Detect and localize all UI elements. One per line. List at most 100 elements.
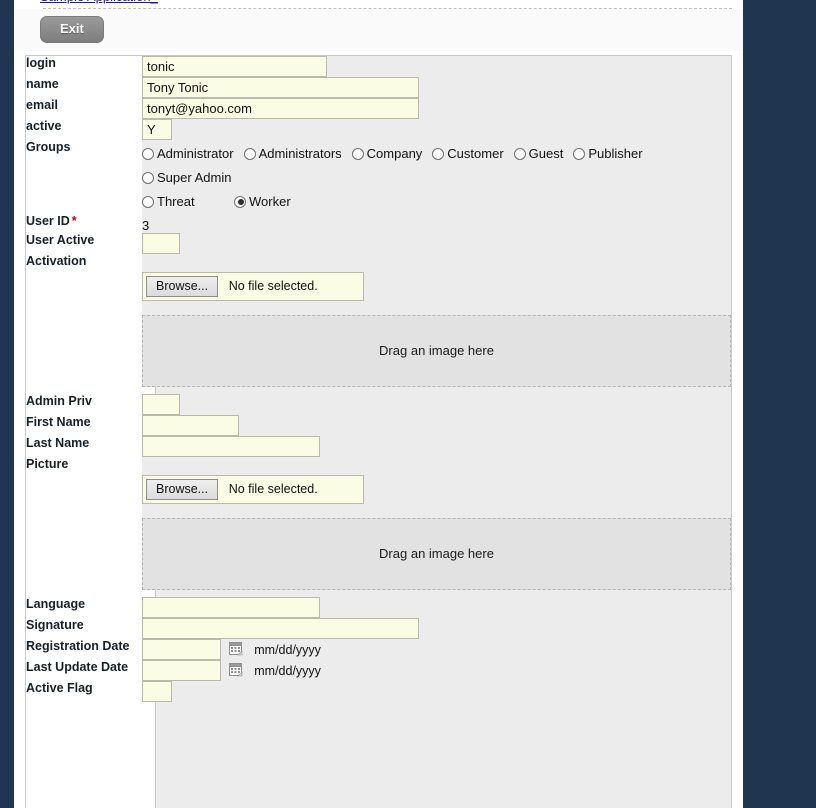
user-id-value: 3 bbox=[142, 217, 150, 233]
form-row-picture: Picture Browse... No file selected. Drag… bbox=[26, 456, 731, 590]
radio-icon[interactable] bbox=[243, 147, 256, 160]
group-radio-administrator[interactable]: Administrator bbox=[142, 142, 234, 166]
label-activation: Activation bbox=[26, 253, 142, 387]
user-form-panel: login name email bbox=[25, 54, 732, 808]
picture-browse-button[interactable]: Browse... bbox=[146, 478, 219, 500]
admin-priv-input[interactable] bbox=[142, 393, 180, 415]
label-last-name: Last Name bbox=[26, 435, 142, 457]
first-name-input[interactable] bbox=[142, 414, 239, 436]
label-active-flag: Active Flag bbox=[26, 680, 142, 702]
activation-dropzone-text: Drag an image here bbox=[379, 343, 494, 359]
form-row-registration-date: Registration Date mm/dd/yyyy bbox=[26, 638, 731, 660]
exit-button[interactable]: Exit bbox=[40, 16, 104, 43]
user-active-input[interactable] bbox=[142, 232, 180, 254]
active-flag-input[interactable] bbox=[142, 680, 172, 702]
form-row-user-active: User Active bbox=[26, 232, 731, 254]
label-user-id-text: User ID bbox=[26, 213, 70, 228]
group-radio-label: Super Admin bbox=[157, 169, 232, 185]
picture-file-input[interactable]: Browse... No file selected. bbox=[142, 474, 364, 504]
label-registration-date: Registration Date bbox=[26, 638, 142, 660]
group-radio-super-admin[interactable]: Super Admin bbox=[142, 166, 231, 190]
label-picture: Picture bbox=[26, 456, 142, 590]
label-name: name bbox=[26, 76, 142, 98]
top-cut-link-strip: Sample Application_ bbox=[14, 0, 743, 8]
activation-dropzone[interactable]: Drag an image here bbox=[142, 314, 731, 387]
activation-file-input[interactable]: Browse... No file selected. bbox=[142, 271, 364, 301]
radio-icon[interactable] bbox=[432, 147, 445, 160]
breadcrumb-link[interactable]: Sample Application_ bbox=[40, 0, 158, 4]
form-row-login: login bbox=[26, 55, 731, 77]
group-radio-worker[interactable]: Worker bbox=[234, 190, 291, 214]
form-row-last-name: Last Name bbox=[26, 435, 731, 457]
radio-icon[interactable] bbox=[142, 147, 154, 160]
radio-icon[interactable] bbox=[513, 147, 526, 160]
group-radio-label: Worker bbox=[249, 193, 291, 209]
last-update-date-input[interactable] bbox=[142, 659, 221, 681]
registration-date-row: mm/dd/yyyy bbox=[142, 638, 321, 660]
picture-dropzone-text: Drag an image here bbox=[379, 546, 494, 562]
picture-file-row: Browse... No file selected. bbox=[142, 457, 731, 504]
groups-radio-group: Administrator Administrators Company Custom… bbox=[142, 140, 731, 214]
label-login: login bbox=[26, 55, 142, 77]
content-area: Sample Application_ Exit login bbox=[14, 0, 743, 808]
form-toolbar: Exit bbox=[14, 9, 743, 52]
radio-icon[interactable] bbox=[234, 195, 246, 208]
page-root: Sample Application_ Exit login bbox=[0, 0, 816, 808]
last-update-date-format-hint: mm/dd/yyyy bbox=[254, 663, 321, 678]
radio-icon[interactable] bbox=[351, 147, 364, 160]
spacer-after-activation bbox=[26, 387, 731, 394]
group-radio-label: Customer bbox=[447, 145, 504, 161]
form-row-activation: Activation Browse... No file selected. D… bbox=[26, 253, 731, 387]
registration-date-format-hint: mm/dd/yyyy bbox=[254, 642, 321, 657]
form-row-first-name: First Name bbox=[26, 414, 731, 436]
form-row-email: email bbox=[26, 97, 731, 119]
last-name-input[interactable] bbox=[142, 435, 320, 457]
last-update-date-row: mm/dd/yyyy bbox=[142, 659, 321, 681]
form-row-user-id: User ID * 3 bbox=[26, 213, 731, 233]
form-row-admin-priv: Admin Priv bbox=[26, 393, 731, 415]
radio-icon[interactable] bbox=[142, 171, 154, 184]
radio-icon[interactable] bbox=[142, 195, 154, 208]
group-radio-label: Guest bbox=[528, 145, 564, 161]
email-input[interactable] bbox=[142, 97, 419, 119]
activation-file-row: Browse... No file selected. bbox=[142, 254, 731, 301]
group-radio-publisher[interactable]: Publisher bbox=[573, 142, 643, 166]
form-row-language: Language bbox=[26, 596, 731, 618]
group-radio-company[interactable]: Company bbox=[351, 142, 423, 166]
right-nav-rail bbox=[743, 0, 816, 808]
login-input[interactable] bbox=[142, 55, 327, 77]
group-radio-label: Company bbox=[366, 145, 423, 161]
form-row-last-update-date: Last Update Date mm/dd/yyyy bbox=[26, 659, 731, 681]
group-radio-threat[interactable]: Threat bbox=[142, 190, 234, 214]
form-row-name: name bbox=[26, 76, 731, 98]
label-last-update-date: Last Update Date bbox=[26, 659, 142, 681]
radio-icon[interactable] bbox=[573, 147, 586, 160]
left-nav-rail bbox=[0, 0, 14, 808]
form-row-active: active bbox=[26, 118, 731, 140]
signature-input[interactable] bbox=[142, 617, 419, 639]
activation-file-status: No file selected. bbox=[228, 279, 318, 294]
activation-browse-button[interactable]: Browse... bbox=[146, 275, 219, 297]
calendar-icon[interactable] bbox=[228, 662, 244, 678]
label-first-name: First Name bbox=[26, 414, 142, 436]
group-radio-customer[interactable]: Customer bbox=[432, 142, 504, 166]
label-admin-priv: Admin Priv bbox=[26, 393, 142, 415]
picture-file-status: No file selected. bbox=[228, 482, 318, 497]
label-email: email bbox=[26, 97, 142, 119]
picture-dropzone[interactable]: Drag an image here bbox=[142, 517, 731, 590]
language-input[interactable] bbox=[142, 596, 320, 618]
label-user-id: User ID * bbox=[26, 213, 142, 233]
label-signature: Signature bbox=[26, 617, 142, 639]
group-radio-label: Threat bbox=[157, 193, 195, 209]
calendar-icon[interactable] bbox=[228, 641, 244, 657]
group-radio-administrators[interactable]: Administrators bbox=[243, 142, 342, 166]
name-input[interactable] bbox=[142, 76, 419, 98]
label-groups: Groups bbox=[26, 139, 142, 214]
active-input[interactable] bbox=[142, 118, 172, 140]
registration-date-input[interactable] bbox=[142, 638, 221, 660]
groups-row-1: Administrator Administrators Company Custom… bbox=[142, 142, 731, 190]
group-radio-guest[interactable]: Guest bbox=[513, 142, 564, 166]
required-marker: * bbox=[71, 213, 77, 228]
form-row-groups: Groups Administrator Administrators Compan… bbox=[26, 139, 731, 214]
label-user-active: User Active bbox=[26, 232, 142, 254]
